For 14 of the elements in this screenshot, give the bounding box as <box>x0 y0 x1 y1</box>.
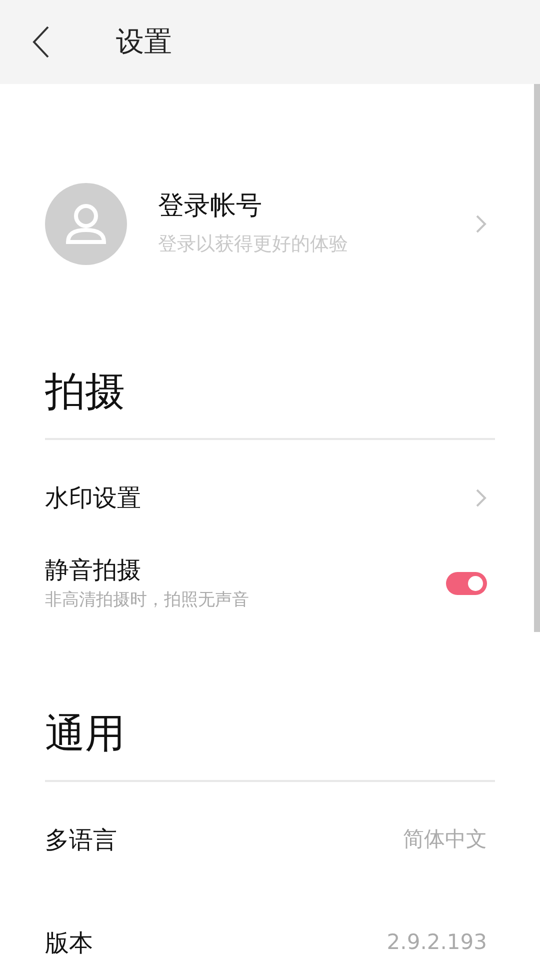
toggle-switch[interactable] <box>446 572 487 594</box>
section-title: 通用 <box>45 710 495 782</box>
page-title: 设置 <box>116 24 172 60</box>
setting-value: 简体中文 <box>403 826 487 854</box>
setting-label[interactable]: 水印设置 <box>45 480 141 516</box>
setting-description: 非高清拍摄时，拍照无声音 <box>45 589 249 612</box>
section-title: 拍摄 <box>45 368 495 440</box>
setting-label[interactable]: 静音拍摄 <box>45 552 249 588</box>
chevron-icon <box>475 214 487 234</box>
setting-label[interactable]: 多语言 <box>45 822 117 858</box>
account-title[interactable]: 登录帐号 <box>158 190 475 224</box>
setting-value: 2.9.2.193 <box>386 929 487 956</box>
setting-label[interactable]: 版本 <box>45 925 93 960</box>
chevron-icon <box>475 488 487 508</box>
